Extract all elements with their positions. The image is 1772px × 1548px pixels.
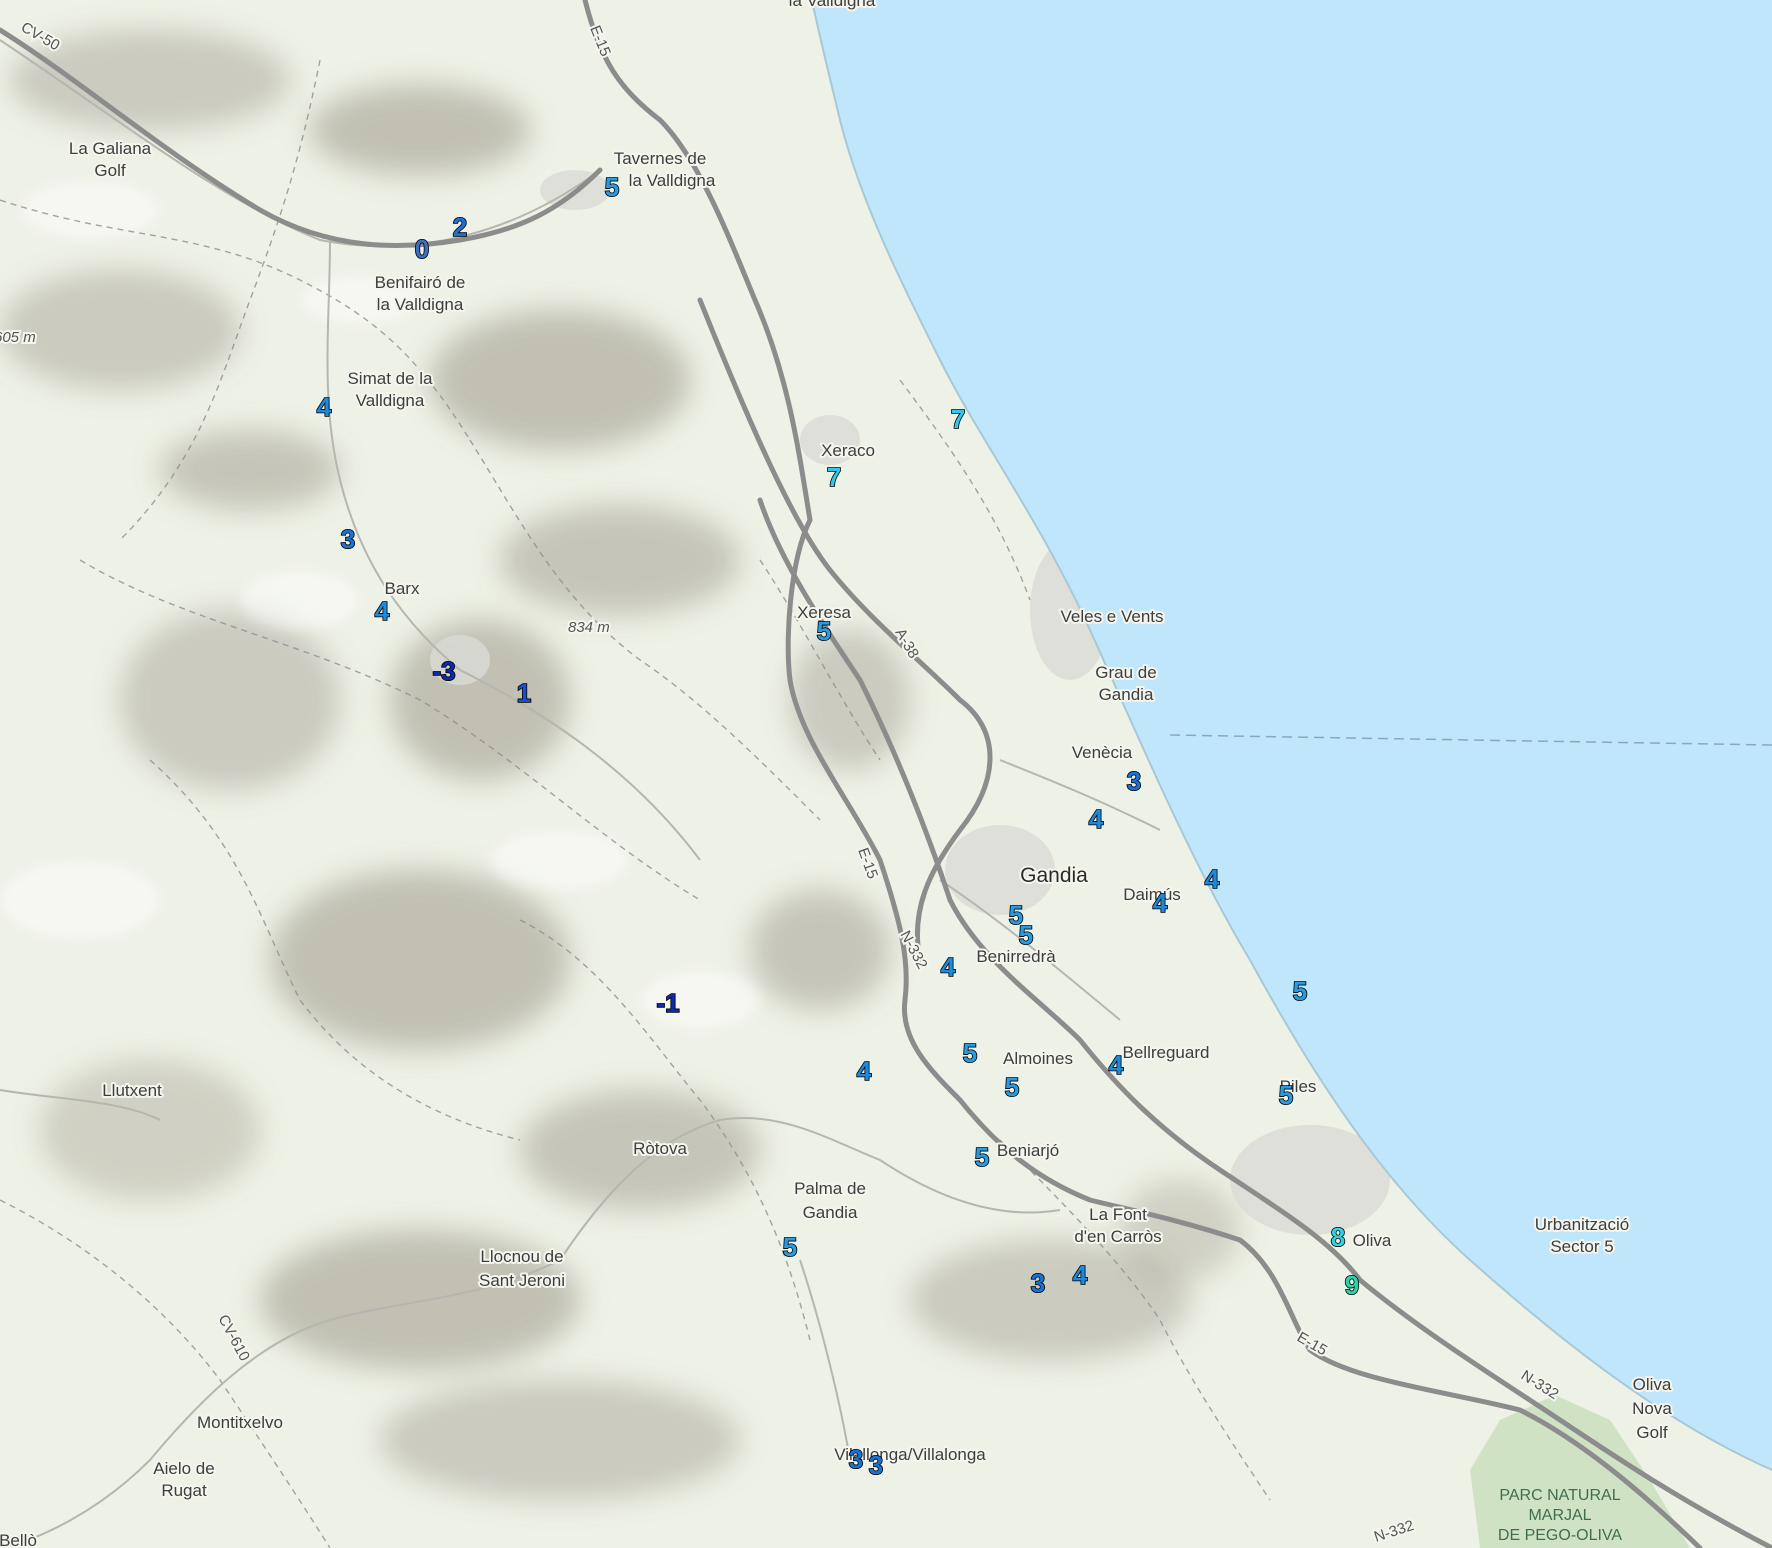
place-label-la-galiana-2: Golf xyxy=(94,161,125,180)
place-label-bello: Bellò xyxy=(0,1531,37,1548)
place-label-veles: Veles e Vents xyxy=(1060,607,1163,626)
park-label: PARC NATURAL xyxy=(1499,1487,1620,1504)
place-label-font-2: d'en Carròs xyxy=(1074,1227,1161,1246)
place-label-tavernes-2: la Valldigna xyxy=(629,171,716,190)
place-label-olivanova-2: Nova xyxy=(1632,1399,1672,1418)
elevation-label: 605 m xyxy=(0,329,36,346)
place-label-palma-2: Gandia xyxy=(803,1203,858,1222)
value-marker[interactable]: 4 xyxy=(316,391,333,423)
place-label-gandia: Gandia xyxy=(1020,864,1088,887)
value-marker[interactable]: 5 xyxy=(974,1141,990,1173)
value-marker[interactable]: 4 xyxy=(1204,863,1221,895)
value-marker[interactable]: 3 xyxy=(868,1449,884,1481)
place-label-simat-1: Simat de la xyxy=(347,369,433,388)
map-canvas[interactable]: la Valldigna La Galiana Golf Tavernes de la … xyxy=(0,0,1772,1548)
value-marker[interactable]: -1 xyxy=(656,987,681,1019)
value-marker[interactable]: 5 xyxy=(782,1231,798,1263)
value-marker[interactable]: 4 xyxy=(1108,1049,1125,1081)
place-label-llocnou-1: Llocnou de xyxy=(480,1247,563,1266)
value-marker[interactable]: 4 xyxy=(940,951,957,983)
value-marker[interactable]: -3 xyxy=(432,655,457,687)
place-label-llocnou-2: Sant Jeroni xyxy=(479,1271,565,1290)
value-marker[interactable]: 3 xyxy=(340,523,356,555)
value-marker[interactable]: 5 xyxy=(1292,975,1308,1007)
park-label: DE PEGO-OLIVA xyxy=(1498,1527,1623,1544)
place-label-tavernes-1: Tavernes de xyxy=(614,149,707,168)
value-marker[interactable]: 4 xyxy=(1088,803,1105,835)
value-marker[interactable]: 7 xyxy=(826,461,842,493)
place-label-grau-2: Gandia xyxy=(1099,685,1154,704)
place-label-xeraco: Xeraco xyxy=(821,441,875,460)
place-label-benifairo-1: Benifairó de xyxy=(375,273,466,292)
place-label-benifairo-2: la Valldigna xyxy=(377,295,464,314)
place-label-simat-2: Valldigna xyxy=(356,391,425,410)
place-label-olivanova-3: Golf xyxy=(1636,1423,1667,1442)
place-label-barx: Barx xyxy=(385,579,420,598)
value-marker[interactable]: 8 xyxy=(1330,1221,1346,1253)
value-marker[interactable]: 5 xyxy=(962,1037,978,1069)
place-label-font-1: La Font xyxy=(1089,1205,1147,1224)
value-marker[interactable]: 1 xyxy=(516,677,532,709)
value-marker[interactable]: 9 xyxy=(1344,1269,1360,1301)
place-label-bellreguard: Bellreguard xyxy=(1123,1043,1210,1062)
place-label-benirredra: Benirredrà xyxy=(976,947,1056,966)
place-label-oliva: Oliva xyxy=(1353,1231,1392,1250)
value-marker[interactable]: 4 xyxy=(1152,887,1169,919)
value-marker[interactable]: 4 xyxy=(856,1055,873,1087)
elevation-label: 834 m xyxy=(568,619,610,636)
value-marker[interactable]: 3 xyxy=(848,1443,864,1475)
value-marker[interactable]: 5 xyxy=(1018,919,1034,951)
place-label-almoines: Almoines xyxy=(1003,1049,1073,1068)
value-marker[interactable]: 0 xyxy=(414,233,430,265)
value-marker[interactable]: 4 xyxy=(374,595,391,627)
value-marker[interactable]: 3 xyxy=(1126,765,1142,797)
value-marker[interactable]: 7 xyxy=(950,403,966,435)
park-label: MARJAL xyxy=(1528,1507,1591,1524)
value-marker[interactable]: 5 xyxy=(1004,1071,1020,1103)
value-marker[interactable]: 5 xyxy=(604,171,620,203)
place-label-la-galiana-1: La Galiana xyxy=(69,139,152,158)
value-marker[interactable]: 5 xyxy=(1278,1079,1294,1111)
value-marker[interactable]: 3 xyxy=(1030,1267,1046,1299)
value-marker[interactable]: 5 xyxy=(816,615,832,647)
place-label-venecia: Venècia xyxy=(1072,743,1133,762)
place-label-rotova: Ròtova xyxy=(633,1139,687,1158)
place-label-palma-1: Palma de xyxy=(794,1179,866,1198)
place-label-aielo-2: Rugat xyxy=(161,1481,207,1500)
place-label-grau-1: Grau de xyxy=(1095,663,1156,682)
place-label-lluxent: Llutxent xyxy=(102,1081,162,1100)
place-label-beniarjo: Beniarjó xyxy=(997,1141,1059,1160)
place-label-valldigna-top: la Valldigna xyxy=(789,0,876,10)
place-label-urban-2: Sector 5 xyxy=(1550,1237,1613,1256)
place-label-aielo-1: Aielo de xyxy=(153,1459,214,1478)
place-label-urban-1: Urbanització xyxy=(1535,1215,1630,1234)
place-label-olivanova-1: Oliva xyxy=(1633,1375,1672,1394)
value-marker[interactable]: 4 xyxy=(1072,1259,1089,1291)
place-label-montitxelvo: Montitxelvo xyxy=(197,1413,283,1432)
value-marker[interactable]: 2 xyxy=(452,211,468,243)
